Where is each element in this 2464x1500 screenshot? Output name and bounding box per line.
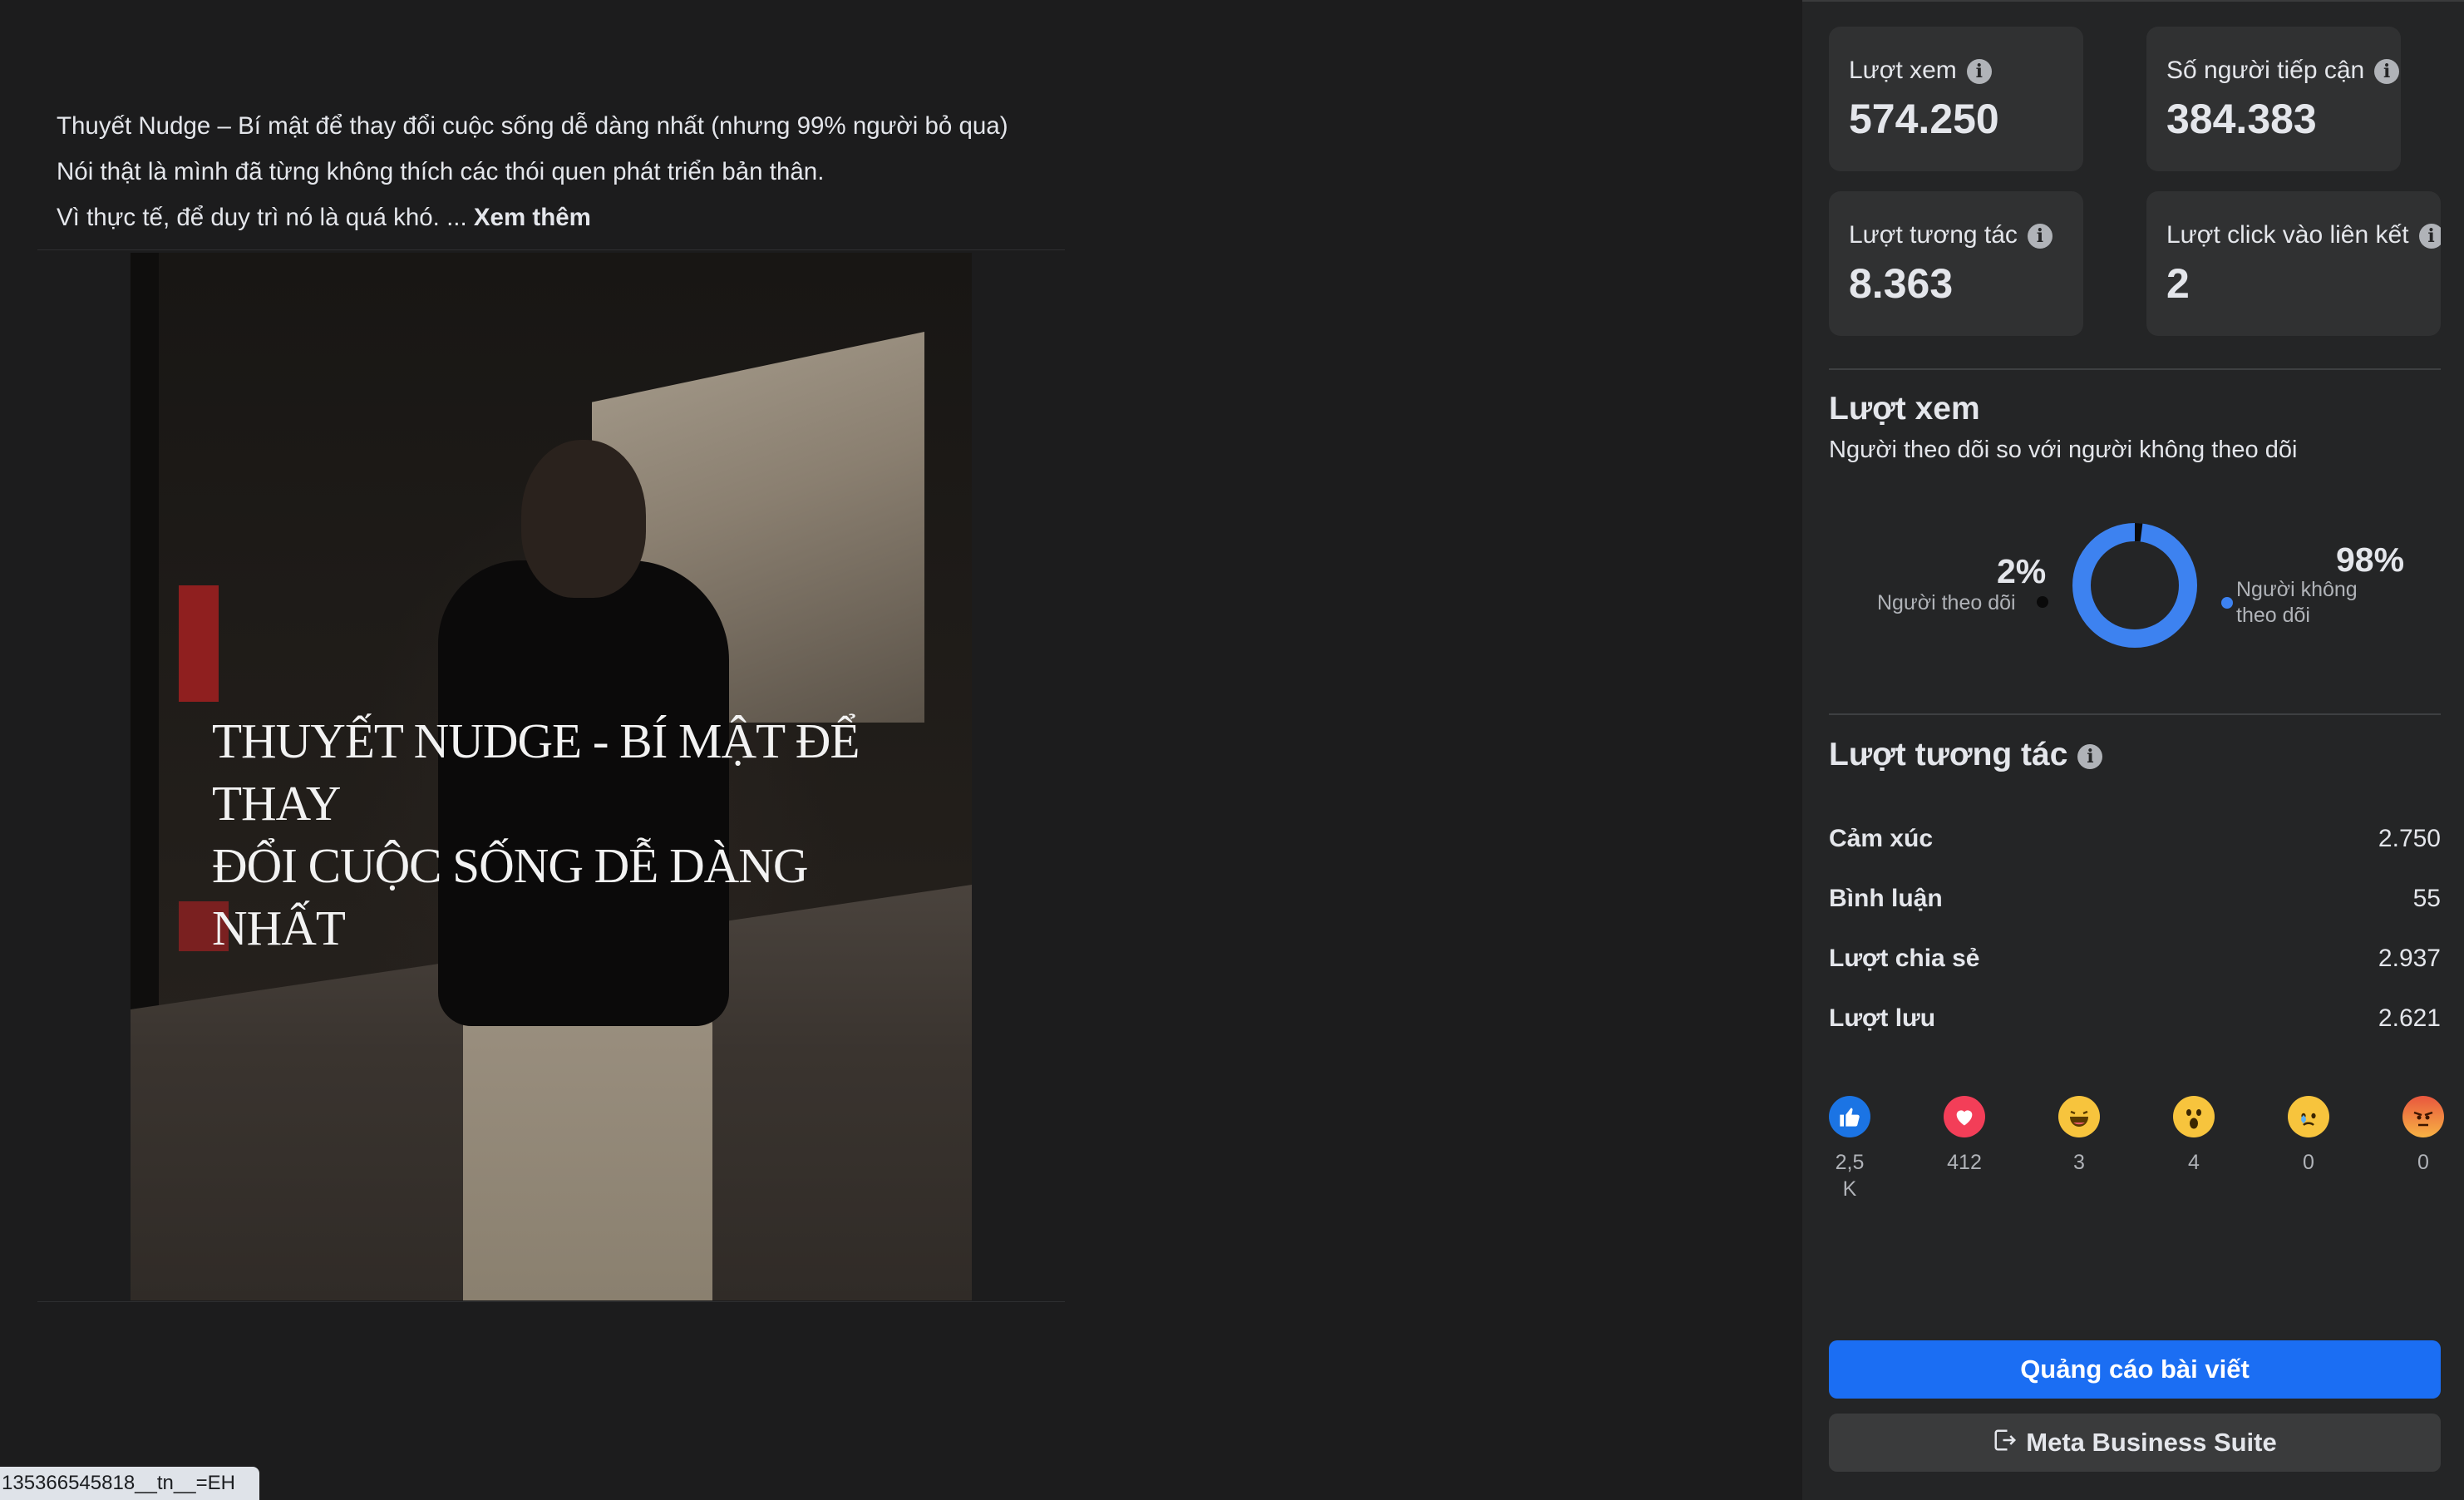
- engagement-row-value: 2.750: [2378, 825, 2441, 852]
- engagement-row: Lượt lưu 2.621: [1829, 1004, 2441, 1046]
- image-red-sign: [179, 585, 219, 702]
- image-overlay-title: THUYẾT NUDGE - BÍ MẬT ĐỂ THAY ĐỔI CUỘC S…: [212, 710, 944, 960]
- views-section-title: Lượt xem: [1829, 391, 1980, 427]
- reaction-count: 412: [1947, 1151, 1982, 1174]
- sad-icon: [2288, 1096, 2329, 1137]
- panel-top-border: [1802, 0, 2464, 2]
- like-icon: [1829, 1096, 1870, 1137]
- engagement-section-title: Lượt tương tác i: [1829, 737, 2103, 773]
- engagement-row: Cảm xúc 2.750: [1829, 825, 2441, 866]
- views-label: Lượt xem i: [1849, 57, 1992, 85]
- non-followers-label: Người không theo dõi: [2236, 577, 2358, 629]
- divider: [37, 249, 1065, 250]
- info-icon[interactable]: i: [1966, 59, 1992, 85]
- reaction-count: 0: [2303, 1151, 2314, 1174]
- views-label-text: Lượt xem: [1849, 57, 1957, 84]
- reaction-angry: 0: [2390, 1096, 2457, 1176]
- views-card: Lượt xem i 574.250: [1829, 27, 2083, 171]
- reaction-sad: 0: [2275, 1096, 2342, 1176]
- link-clicks-card: Lượt click vào liên kết i 2: [2146, 191, 2441, 336]
- followers-label: Người theo dõi: [1877, 591, 2016, 614]
- reach-label-text: Số người tiếp cận: [2166, 57, 2365, 84]
- haha-icon: [2058, 1096, 2100, 1137]
- caption-line: Vì thực tế, để duy trì nó là quá khó. ..…: [57, 195, 1008, 240]
- reach-card: Số người tiếp cận i 384.383: [2146, 27, 2401, 171]
- image-person-head: [521, 440, 646, 598]
- engagement-row-label: Lượt chia sẻ: [1829, 945, 1980, 972]
- image-title-line: THUYẾT NUDGE - BÍ MẬT ĐỂ THAY: [212, 713, 860, 831]
- info-icon[interactable]: i: [2077, 743, 2103, 769]
- views-section-subtitle: Người theo dõi so với người không theo d…: [1829, 437, 2298, 463]
- boost-post-button[interactable]: Quảng cáo bài viết: [1829, 1340, 2441, 1399]
- info-icon[interactable]: i: [2027, 224, 2053, 249]
- info-icon[interactable]: i: [2374, 59, 2400, 85]
- link-clicks-label-text: Lượt click vào liên kết: [2166, 221, 2409, 249]
- meta-business-suite-button[interactable]: Meta Business Suite: [1829, 1414, 2441, 1472]
- see-more-link[interactable]: Xem thêm: [474, 204, 591, 231]
- reaction-count: 0: [2417, 1151, 2429, 1174]
- divider: [1829, 368, 2441, 370]
- angry-icon: [2402, 1096, 2444, 1137]
- reaction-count: 2,5 K: [1816, 1149, 1883, 1202]
- meta-business-suite-label: Meta Business Suite: [2026, 1428, 2277, 1457]
- info-icon[interactable]: i: [2418, 224, 2441, 249]
- reaction-wow: 4: [2161, 1096, 2227, 1176]
- love-icon: [1944, 1096, 1985, 1137]
- divider: [1829, 713, 2441, 715]
- image-person-legs: [463, 1001, 712, 1300]
- engagement-value: 8.363: [1849, 260, 1954, 307]
- engagement-row-label: Cảm xúc: [1829, 825, 1934, 852]
- caption-line: Nói thật là mình đã từng không thích các…: [57, 158, 825, 185]
- non-followers-label-line: theo dõi: [2236, 604, 2310, 627]
- caption-line: Thuyết Nudge – Bí mật để thay đổi cuộc s…: [57, 112, 1008, 140]
- engagement-card: Lượt tương tác i 8.363: [1829, 191, 2083, 336]
- non-followers-label-line: Người không: [2236, 578, 2358, 601]
- reaction-like: 2,5 K: [1816, 1096, 1883, 1202]
- reach-value: 384.383: [2166, 96, 2317, 142]
- engagement-section-title-text: Lượt tương tác: [1829, 737, 2068, 772]
- engagement-label: Lượt tương tác i: [1849, 221, 2053, 249]
- reaction-count: 4: [2188, 1151, 2200, 1174]
- engagement-row-value: 2.937: [2378, 945, 2441, 972]
- divider: [37, 1301, 1065, 1302]
- reaction-haha: 3: [2046, 1096, 2112, 1176]
- non-followers-arc: [2072, 523, 2197, 648]
- wow-icon: [2173, 1096, 2215, 1137]
- followers-legend-dot: [2037, 596, 2048, 608]
- engagement-row-label: Lượt lưu: [1829, 1004, 1936, 1032]
- post-preview: Thuyết Nudge – Bí mật để thay đổi cuộc s…: [0, 0, 1802, 1500]
- views-value: 574.250: [1849, 96, 1999, 142]
- engagement-row: Lượt chia sẻ 2.937: [1829, 945, 2441, 986]
- engagement-label-text: Lượt tương tác: [1849, 221, 2018, 249]
- status-url: 135366545818__tn__=EH: [0, 1467, 259, 1500]
- image-title-line: ĐỔI CUỘC SỐNG DỄ DÀNG NHẤT: [212, 838, 809, 955]
- reaction-count-line: 2,5: [1835, 1151, 1865, 1174]
- reaction-love: 412: [1931, 1096, 1998, 1176]
- link-clicks-label: Lượt click vào liên kết i: [2166, 221, 2441, 249]
- link-clicks-value: 2: [2166, 260, 2190, 307]
- engagement-row-value: 55: [2412, 885, 2441, 912]
- reaction-count: 3: [2073, 1151, 2085, 1174]
- non-followers-legend-dot: [2221, 597, 2233, 609]
- external-link-icon: [1993, 1415, 2018, 1473]
- non-followers-percent: 98%: [2336, 540, 2405, 579]
- reach-label: Số người tiếp cận i: [2166, 57, 2400, 85]
- post-caption: Thuyết Nudge – Bí mật để thay đổi cuộc s…: [57, 103, 1008, 240]
- engagement-row-label: Bình luận: [1829, 885, 1943, 912]
- post-image[interactable]: THUYẾT NUDGE - BÍ MẬT ĐỂ THAY ĐỔI CUỘC S…: [131, 253, 972, 1300]
- engagement-row: Bình luận 55: [1829, 885, 2441, 926]
- caption-line-text: Vì thực tế, để duy trì nó là quá khó. ..…: [57, 204, 467, 231]
- followers-donut-chart: [2072, 523, 2197, 648]
- engagement-row-value: 2.621: [2378, 1004, 2441, 1032]
- insights-panel: Lượt xem i 574.250 Số người tiếp cận i 384…: [1802, 0, 2464, 1500]
- reaction-count-line: K: [1842, 1177, 1857, 1201]
- followers-percent: 2%: [1997, 552, 2047, 590]
